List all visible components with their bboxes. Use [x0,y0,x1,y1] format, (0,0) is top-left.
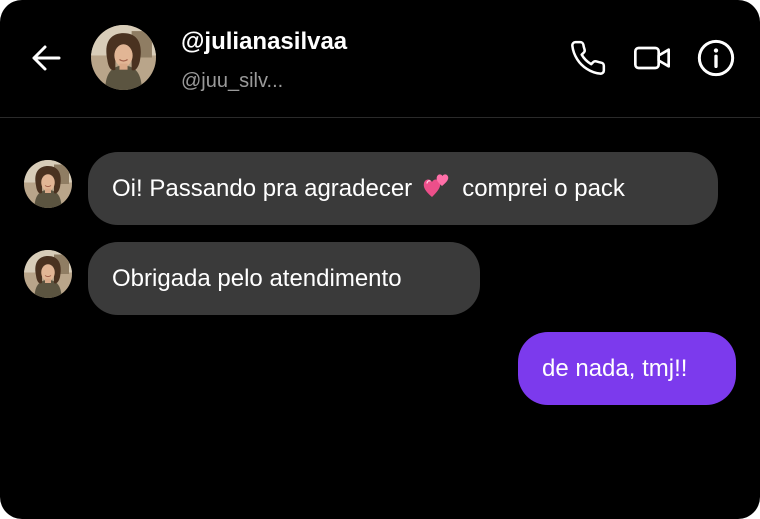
message-text-continued: comprei o pack [462,174,625,202]
chat-window: @julianasilvaa @juu_silv... Oi! Passando… [0,0,760,519]
message-text: Obrigada pelo atendimento [112,264,402,292]
video-camera-icon [634,46,670,70]
message-bubble-incoming[interactable]: Obrigada pelo atendimento [88,242,480,315]
contact-handle: @juu_silv... [181,70,284,92]
back-button[interactable] [26,38,66,78]
message-text: Oi! Passando pra agradecer [112,174,413,202]
sender-avatar[interactable] [24,250,72,298]
message-text: de nada, tmj!! [542,354,688,382]
audio-call-button[interactable] [568,38,608,78]
video-call-button[interactable] [632,38,672,78]
arrow-left-icon [32,45,61,71]
phone-icon [571,40,606,75]
conversation-info-button[interactable] [696,38,736,78]
contact-avatar[interactable] [91,25,156,90]
message-bubble-outgoing[interactable]: de nada, tmj!! [518,332,736,405]
message-bubble-incoming[interactable]: Oi! Passando pra agradecer comprei o pac… [88,152,718,225]
info-icon [697,39,735,77]
sender-avatar[interactable] [24,160,72,208]
two-hearts-emoji [422,170,452,207]
contact-name[interactable]: @julianasilvaa [181,28,347,56]
chat-header: @julianasilvaa @juu_silv... [0,0,760,118]
